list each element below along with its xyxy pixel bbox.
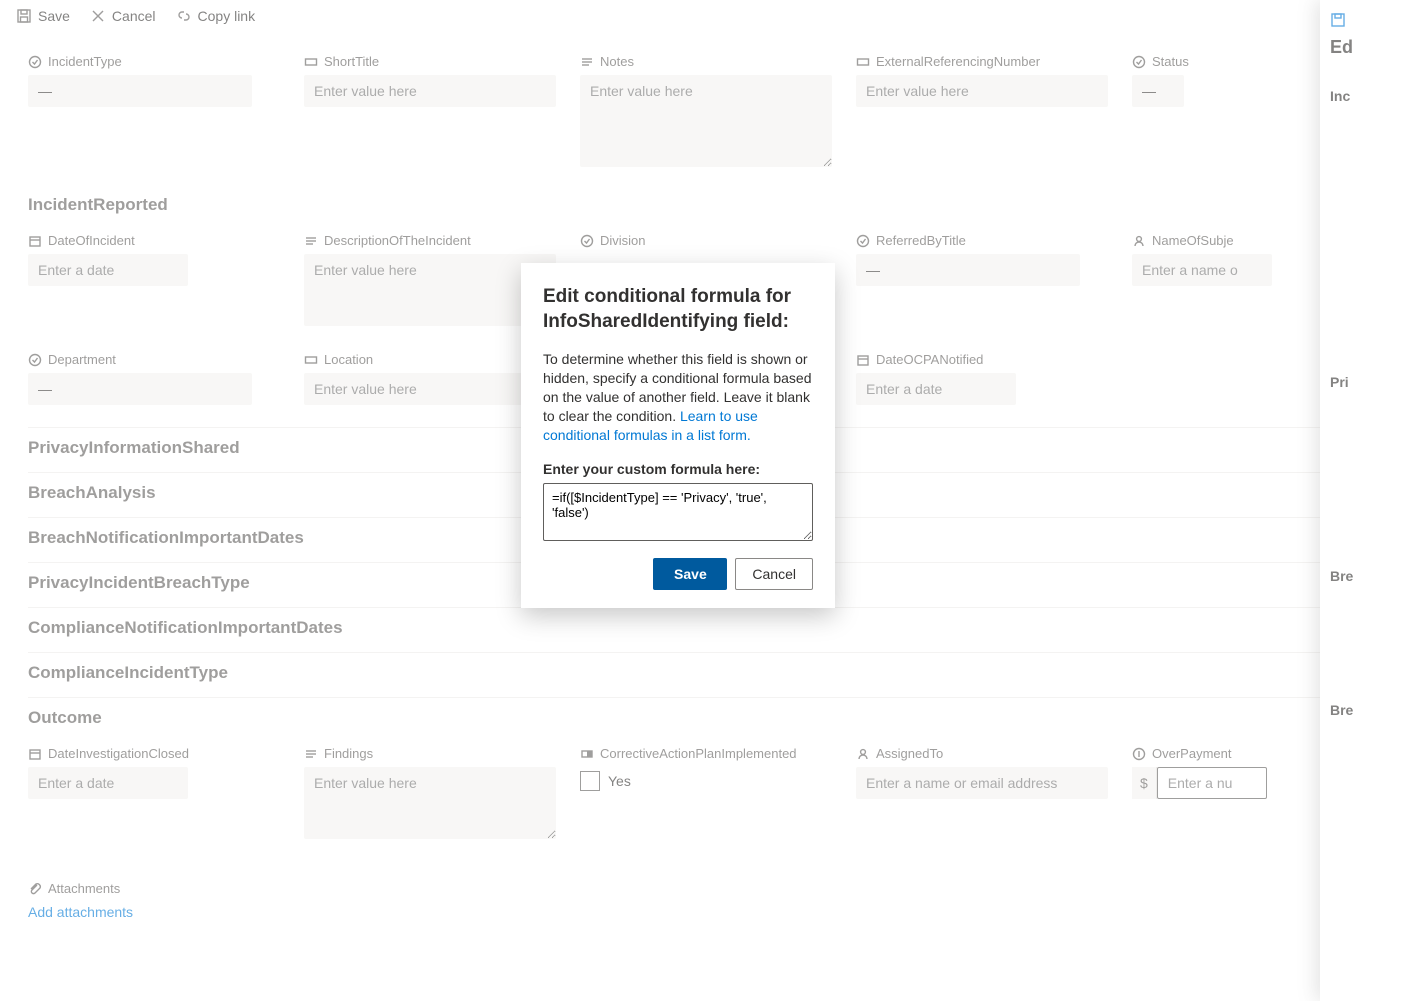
conditional-formula-modal: Edit conditional formula for InfoSharedI…	[521, 263, 835, 608]
modal-description: To determine whether this field is shown…	[543, 350, 813, 444]
modal-input-label: Enter your custom formula here:	[543, 461, 813, 477]
modal-actions: Save Cancel	[543, 558, 813, 590]
modal-formula-input[interactable]	[543, 483, 813, 541]
modal-cancel-button[interactable]: Cancel	[735, 558, 813, 590]
modal-title: Edit conditional formula for InfoSharedI…	[543, 285, 813, 334]
modal-save-button[interactable]: Save	[653, 558, 727, 590]
